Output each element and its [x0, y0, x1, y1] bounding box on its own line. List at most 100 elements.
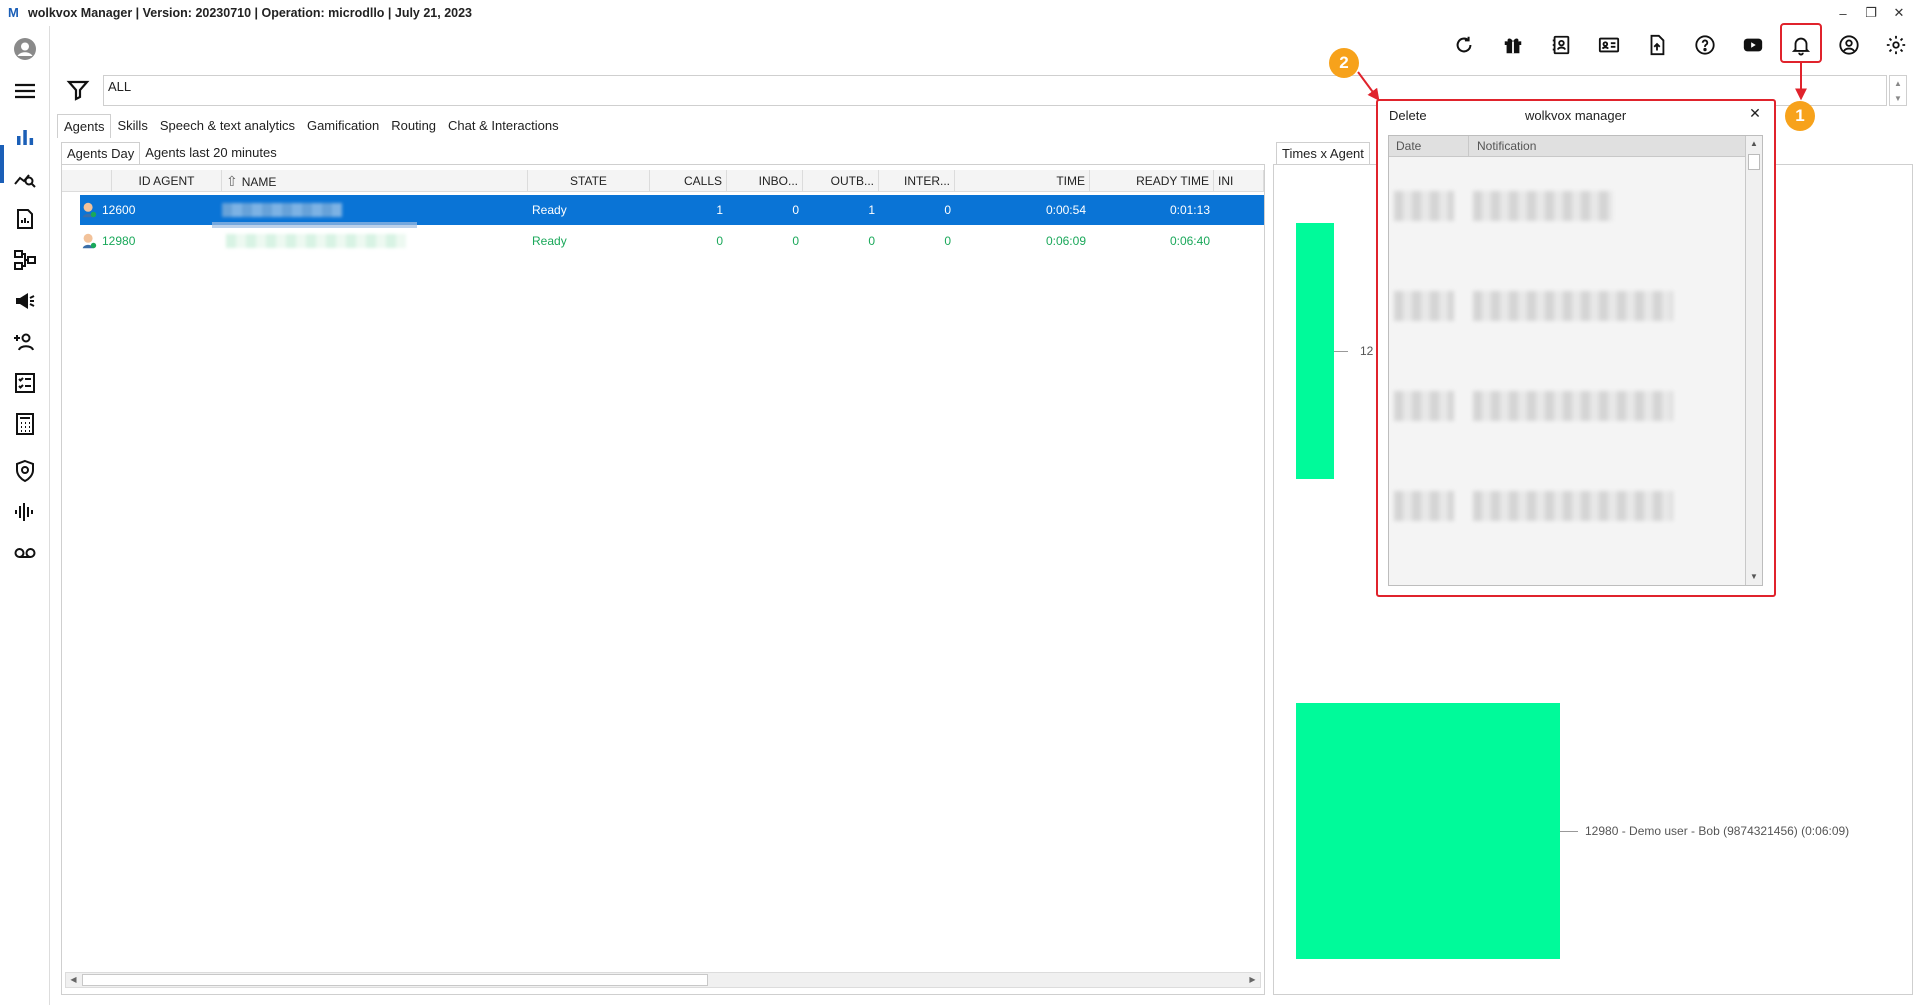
column-internal[interactable]: INTER...: [879, 170, 955, 192]
calculator-icon[interactable]: [0, 407, 50, 441]
column-date[interactable]: Date: [1389, 136, 1469, 157]
chart-label-agent-12980: 12980 - Demo user - Bob (9874321456) (0:…: [1585, 824, 1850, 838]
column-calls[interactable]: CALLS: [650, 170, 727, 192]
refresh-icon[interactable]: [1448, 30, 1480, 60]
cell-calls: 0: [716, 234, 723, 248]
column-name[interactable]: ⇧ NAME: [222, 170, 528, 192]
column-outbound[interactable]: OUTB...: [803, 170, 879, 192]
help-icon[interactable]: [1689, 30, 1721, 60]
menu-icon[interactable]: [0, 74, 50, 108]
tab-times-x-agent[interactable]: Times x Agent: [1276, 142, 1370, 164]
youtube-icon[interactable]: [1737, 30, 1769, 60]
scroll-right-icon[interactable]: ▶: [1245, 973, 1260, 987]
notification-popup: Delete wolkvox manager ✕ Date Notificati…: [1376, 99, 1776, 597]
redacted-notification: [1473, 491, 1673, 521]
popup-header: Delete wolkvox manager ✕: [1378, 101, 1773, 129]
column-ini[interactable]: INI: [1214, 170, 1264, 192]
window-title: wolkvox Manager | Version: 20230710 | Op…: [28, 6, 473, 20]
cell-outbound: 0: [868, 234, 875, 248]
delete-button[interactable]: Delete: [1389, 108, 1427, 123]
gift-icon[interactable]: [1497, 30, 1529, 60]
cell-internal: 0: [944, 203, 951, 217]
filter-spinner[interactable]: ▲ ▼: [1889, 75, 1907, 106]
audio-wave-icon[interactable]: [0, 495, 50, 529]
tab-gamification[interactable]: Gamification: [301, 114, 385, 138]
id-card-icon[interactable]: [1593, 30, 1625, 60]
tab-agents[interactable]: Agents: [57, 114, 112, 138]
cell-calls: 1: [716, 203, 723, 217]
voicemail-icon[interactable]: [0, 536, 50, 570]
column-ready-time[interactable]: READY TIME: [1090, 170, 1214, 192]
redacted-notification: [1473, 291, 1673, 321]
cell-state: Ready: [532, 234, 567, 248]
chart-tick: [1560, 831, 1578, 832]
chart-search-icon[interactable]: [0, 161, 50, 195]
horizontal-scrollbar[interactable]: ◀ ▶: [65, 972, 1261, 988]
redacted-name: [222, 203, 342, 217]
cell-inbound: 0: [792, 203, 799, 217]
scroll-thumb[interactable]: [82, 974, 708, 986]
column-notification[interactable]: Notification: [1470, 136, 1536, 157]
redacted-date: [1394, 191, 1454, 221]
report-icon[interactable]: [0, 202, 50, 236]
column-inbound[interactable]: INBO...: [727, 170, 803, 192]
cell-time: 0:00:54: [1045, 203, 1086, 217]
bar-chart-icon[interactable]: [0, 120, 50, 154]
minimize-button[interactable]: –: [1829, 0, 1857, 26]
tab-chat-interactions[interactable]: Chat & Interactions: [442, 114, 565, 138]
file-upload-icon[interactable]: [1641, 30, 1673, 60]
popup-title: wolkvox manager: [1525, 108, 1627, 123]
main-tabs: Agents Skills Speech & text analytics Ga…: [57, 114, 565, 138]
spin-down-icon[interactable]: ▼: [1890, 91, 1906, 106]
redacted-date: [1394, 391, 1454, 421]
checklist-icon[interactable]: [0, 366, 50, 400]
cell-state: Ready: [532, 203, 567, 217]
column-name-label: NAME: [241, 175, 277, 189]
chart-bar-agent-12980: [1296, 703, 1560, 959]
user-circle-icon[interactable]: [1833, 30, 1865, 60]
close-button[interactable]: ✕: [1885, 0, 1913, 26]
column-icon-spacer: [62, 170, 112, 192]
spin-up-icon[interactable]: ▲: [1890, 76, 1906, 91]
cell-id-agent: 12980: [102, 234, 136, 248]
tab-agents-day[interactable]: Agents Day: [61, 142, 141, 164]
sub-tabs: Agents Day Agents last 20 minutes: [61, 142, 282, 164]
callout-badge-1: 1: [1785, 101, 1815, 131]
redacted-name: [226, 234, 406, 248]
restore-button[interactable]: ❐: [1857, 0, 1885, 26]
agents-grid: ID AGENT ⇧ NAME STATE CALLS INBO... OUTB.…: [61, 164, 1265, 995]
chart-label-partial: 12: [1360, 344, 1374, 358]
close-icon[interactable]: ✕: [1746, 105, 1764, 123]
cell-outbound: 1: [868, 203, 875, 217]
agent-avatar-icon: [82, 233, 97, 249]
left-rail: [0, 26, 50, 1005]
filter-icon[interactable]: [66, 78, 90, 102]
grid-header: ID AGENT ⇧ NAME STATE CALLS INBO... OUTB.…: [62, 170, 1264, 192]
routing-icon[interactable]: [0, 243, 50, 277]
column-time[interactable]: TIME: [955, 170, 1090, 192]
agent-avatar-icon: [82, 202, 97, 218]
scroll-left-icon[interactable]: ◀: [66, 973, 81, 987]
tab-skills[interactable]: Skills: [111, 114, 153, 138]
table-row[interactable]: 12980 Ready 0 0 0 0 0:06:09 0:06:40: [80, 226, 1264, 256]
cell-ready-time: 0:06:40: [1169, 234, 1210, 248]
scroll-up-icon[interactable]: ▲: [1746, 136, 1762, 152]
gear-icon[interactable]: [1880, 30, 1912, 60]
scroll-down-icon[interactable]: ▼: [1746, 569, 1762, 585]
bell-icon[interactable]: [1785, 30, 1817, 60]
scroll-thumb[interactable]: [1748, 154, 1760, 170]
security-icon[interactable]: [0, 454, 50, 488]
avatar[interactable]: [0, 32, 50, 66]
chart-tick: [1334, 351, 1348, 352]
tab-speech-analytics[interactable]: Speech & text analytics: [154, 114, 301, 138]
cell-internal: 0: [944, 234, 951, 248]
add-users-icon[interactable]: [0, 325, 50, 359]
column-id-agent[interactable]: ID AGENT: [112, 170, 222, 192]
contacts-book-icon[interactable]: [1545, 30, 1577, 60]
table-row[interactable]: 12600 Ready 1 0 1 0 0:00:54 0:01:13: [80, 195, 1264, 225]
column-state[interactable]: STATE: [528, 170, 650, 192]
tab-routing[interactable]: Routing: [385, 114, 442, 138]
vertical-scrollbar[interactable]: ▲ ▼: [1745, 136, 1762, 585]
campaign-icon[interactable]: [0, 284, 50, 318]
tab-agents-last-20-minutes[interactable]: Agents last 20 minutes: [140, 142, 282, 164]
